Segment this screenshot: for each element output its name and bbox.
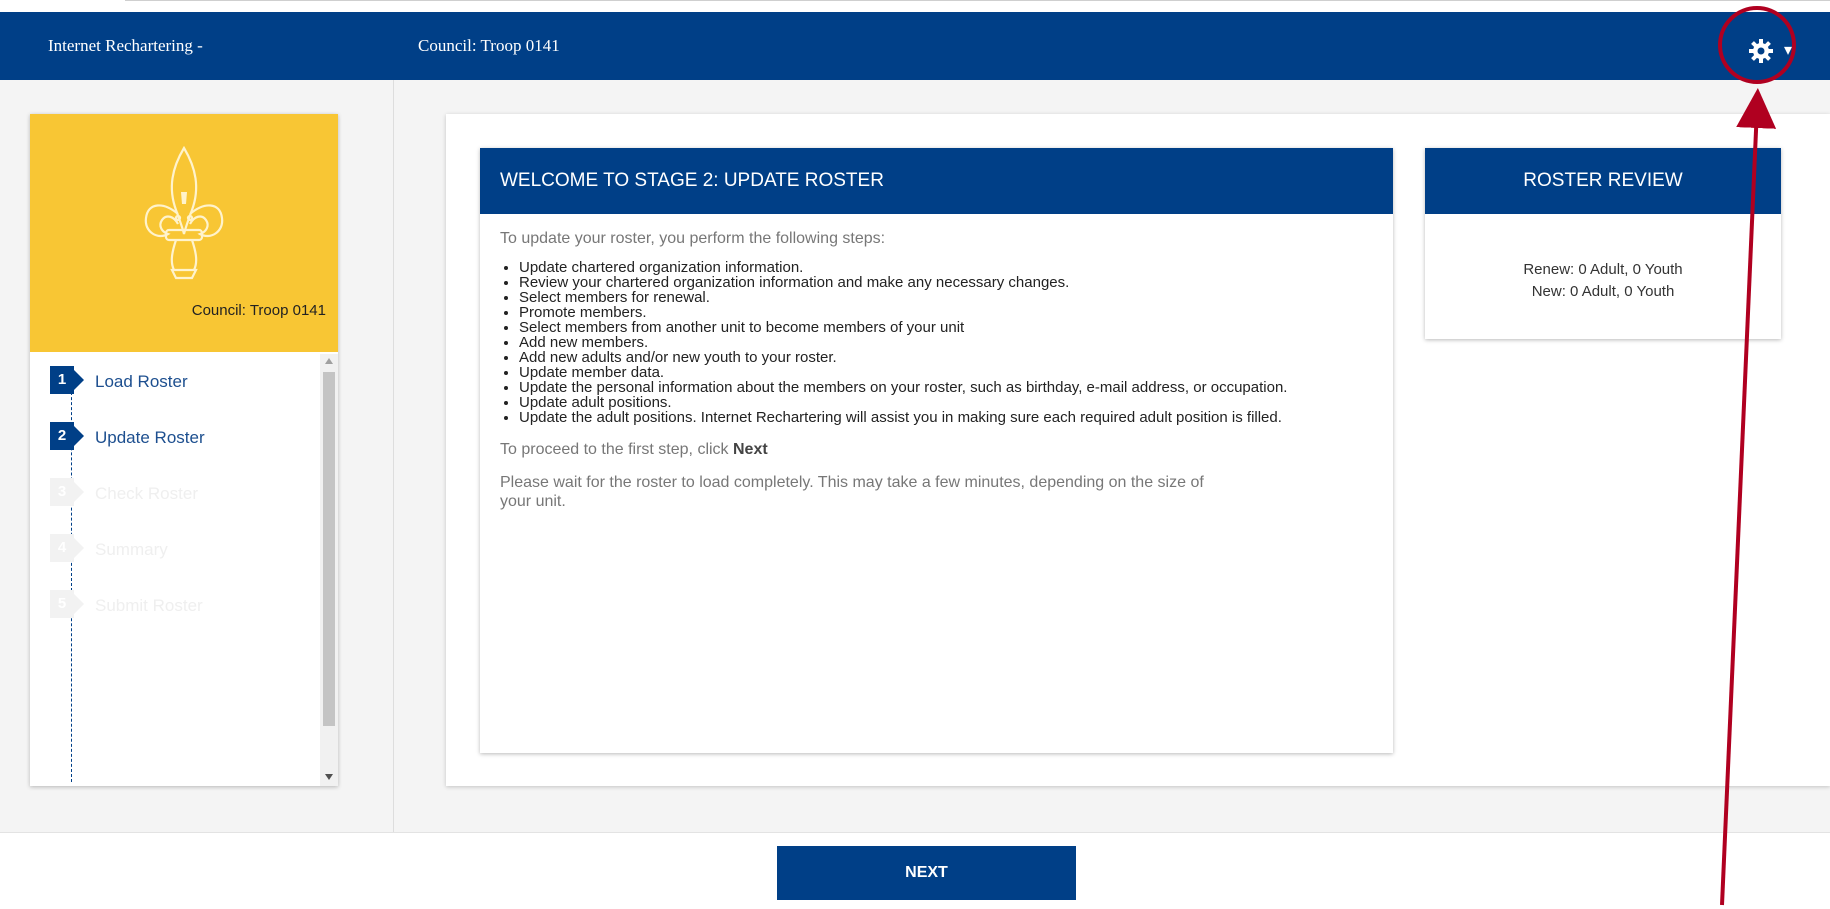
step-label: Load Roster [95, 372, 188, 391]
step-submit-roster: 5 Submit Roster [50, 586, 300, 622]
roster-review-panel: ROSTER REVIEW Renew: 0 Adult, 0 Youth Ne… [1425, 148, 1781, 339]
app-title: Internet Rechartering - [48, 36, 203, 55]
steps-list: Update chartered organization informatio… [500, 260, 1373, 425]
welcome-panel: WELCOME TO STAGE 2: UPDATE ROSTER To upd… [480, 148, 1393, 753]
sidebar-banner: Council: Troop 0141 [30, 114, 338, 352]
step-list: 1 Load Roster 2 Update Roster 3 Check Ro… [30, 352, 338, 786]
fleur-de-lis-logo [144, 145, 224, 280]
wait-notice: Please wait for the roster to load compl… [500, 474, 1204, 510]
step-label: Submit Roster [95, 596, 203, 615]
panel-divider [393, 80, 394, 832]
renew-count: Renew: 0 Adult, 0 Youth [1523, 261, 1683, 278]
step-summary: 4 Summary [50, 530, 300, 566]
sidebar-council-label: Council: Troop 0141 [191, 302, 326, 319]
list-item: Add new adults and/or new youth to your … [519, 350, 1373, 365]
welcome-intro: To update your roster, you perform the f… [500, 230, 886, 247]
step-number: 3 [50, 478, 84, 506]
step-load-roster[interactable]: 1 Load Roster [50, 362, 300, 398]
scroll-down-icon[interactable] [325, 774, 333, 780]
proceed-next-word: Next [733, 441, 768, 458]
welcome-title: WELCOME TO STAGE 2: UPDATE ROSTER [480, 148, 1393, 214]
sidebar-scrollbar[interactable] [320, 354, 338, 786]
caret-down-icon: ▾ [1784, 42, 1793, 59]
list-item: Select members for renewal. [519, 290, 1373, 305]
step-number: 2 [50, 422, 84, 450]
list-item: Update the personal information about th… [519, 380, 1373, 395]
list-item: Add new members. [519, 335, 1373, 350]
list-item: Update the adult positions. Internet Rec… [519, 410, 1373, 425]
list-item: Update adult positions. [519, 395, 1373, 410]
proceed-instruction: To proceed to the first step, click Next [500, 441, 1373, 459]
step-number: 5 [50, 590, 84, 618]
step-label: Update Roster [95, 428, 205, 447]
council-title: Council: Troop 0141 [418, 36, 560, 55]
gear-icon [1749, 39, 1773, 63]
new-count: New: 0 Adult, 0 Youth [1531, 283, 1675, 300]
list-item: Update chartered organization informatio… [519, 260, 1373, 275]
top-strip [0, 0, 1830, 12]
step-number: 4 [50, 534, 84, 562]
list-item: Review your chartered organization infor… [519, 275, 1373, 290]
step-update-roster[interactable]: 2 Update Roster [50, 418, 300, 454]
list-item: Select members from another unit to beco… [519, 320, 1373, 335]
step-label: Summary [95, 540, 168, 559]
progress-sidebar: Council: Troop 0141 1 Load Roster 2 Upda… [30, 114, 338, 786]
list-item: Promote members. [519, 305, 1373, 320]
scroll-thumb[interactable] [323, 372, 335, 726]
scroll-up-icon[interactable] [325, 358, 333, 364]
app-header: Internet Rechartering - Council: Troop 0… [0, 12, 1830, 80]
step-label: Check Roster [95, 484, 198, 503]
proceed-text: To proceed to the first step, click [500, 441, 733, 458]
list-item: Update member data. [519, 365, 1373, 380]
roster-review-title: ROSTER REVIEW [1425, 148, 1781, 214]
step-check-roster: 3 Check Roster [50, 474, 300, 510]
step-number: 1 [50, 366, 84, 394]
next-button[interactable]: NEXT [777, 846, 1076, 900]
settings-menu-button[interactable]: ▾ [1740, 32, 1800, 72]
